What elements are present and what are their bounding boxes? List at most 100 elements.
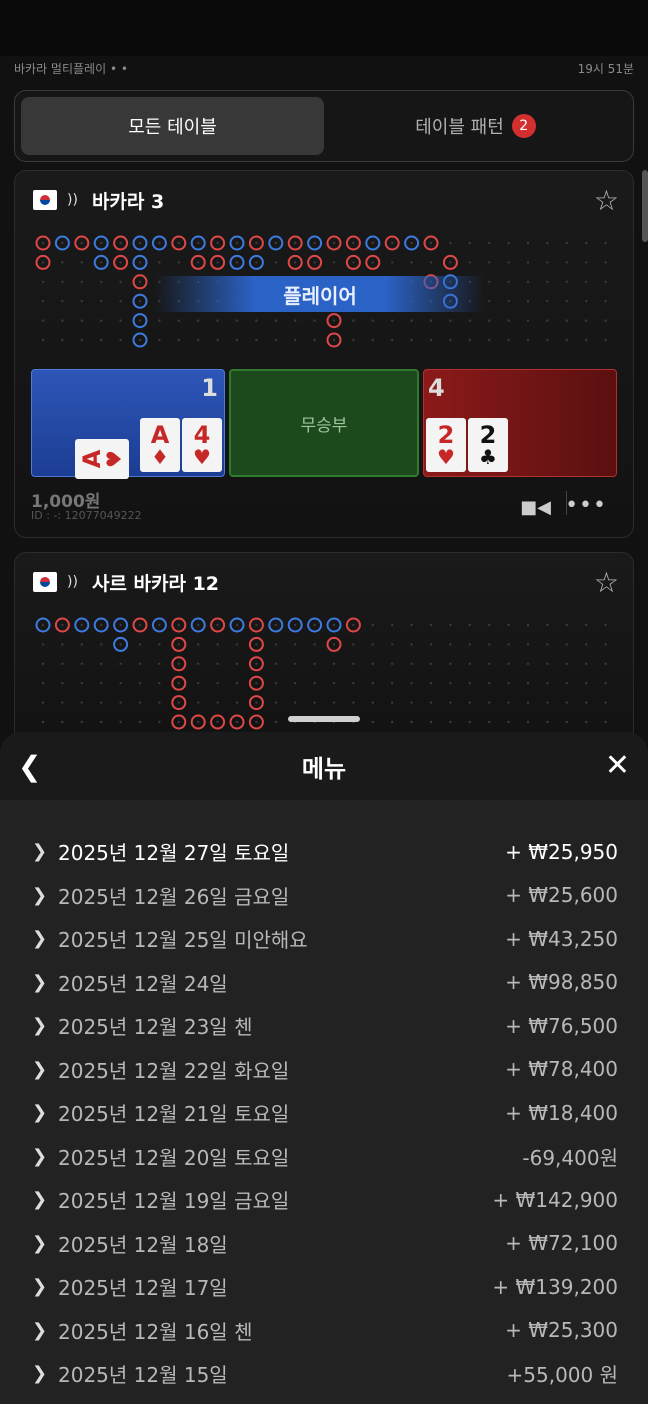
road-dot (410, 643, 413, 646)
favorite-star-icon[interactable]: ☆ (594, 566, 619, 599)
table-header: )) 바카라 3 ☆ (33, 184, 619, 217)
history-amount: + ₩25,950 (505, 839, 618, 864)
road-dot (371, 319, 374, 322)
count-badge: 2 (511, 114, 536, 138)
road-dot (352, 662, 355, 665)
history-row[interactable]: ❯ 2025년 12월 24일 + ₩98,850 (0, 961, 648, 1005)
road-dot (119, 701, 122, 704)
road-dot (565, 623, 568, 627)
road-dot (507, 623, 510, 627)
road-dot (429, 261, 433, 264)
scrollbar[interactable] (642, 170, 648, 242)
close-icon[interactable]: ✕ (605, 748, 630, 783)
history-row[interactable]: ❯ 2025년 12월 22일 화요일 + ₩78,400 (0, 1048, 648, 1092)
road-dot (488, 643, 491, 646)
banker-bet-spot[interactable]: 4 2 ♥ 2 ♣ (423, 369, 617, 477)
player-bet-spot[interactable]: 1 A ♥ A ♦ 4 ♥ (31, 369, 225, 479)
road-dot (449, 643, 452, 646)
road-dot (274, 241, 277, 245)
favorite-star-icon[interactable]: ☆ (594, 184, 619, 217)
road-dot (41, 261, 45, 264)
road-dot (604, 319, 607, 322)
road-dot (546, 319, 549, 322)
more-options-icon[interactable]: ••• (565, 493, 607, 518)
history-row[interactable]: ❯ 2025년 12월 19일 금요일 + ₩142,900 (0, 1178, 648, 1222)
road-dot (100, 319, 103, 322)
road-dot (158, 261, 161, 264)
road-dot (429, 662, 433, 665)
history-row[interactable]: ❯ 2025년 12월 18일 + ₩72,100 (0, 1222, 648, 1266)
history-date: 2025년 12월 25일 미안해요 (58, 928, 308, 953)
history-row[interactable]: ❯ 2025년 12월 16일 첸 + ₩25,300 (0, 1309, 648, 1353)
sound-icon[interactable]: )) (67, 192, 78, 208)
road-dot (585, 280, 588, 283)
history-row[interactable]: ❯ 2025년 12월 17일 + ₩139,200 (0, 1265, 648, 1309)
road-dot (80, 623, 83, 627)
road-dot (585, 319, 588, 322)
table-card[interactable]: )) 바카라 3 ☆ 플레이어 1 A♥ A♦ 4♥ 무승부 4 2♥ (14, 170, 634, 538)
road-dot (352, 338, 355, 342)
road-dot (488, 701, 491, 704)
road-dot (332, 623, 336, 627)
road-dot (138, 319, 142, 322)
road-dot (119, 280, 122, 283)
sound-icon[interactable]: )) (67, 574, 78, 590)
road-dot (546, 241, 549, 245)
road-dot (429, 720, 433, 724)
road-dot (332, 319, 336, 322)
chevron-right-icon: ❯ (32, 1189, 48, 1211)
road-dot (216, 261, 219, 264)
road-dot (429, 319, 433, 322)
history-row[interactable]: ❯ 2025년 12월 26일 금요일 + ₩25,600 (0, 874, 648, 918)
sheet-drag-handle[interactable] (288, 716, 360, 722)
road-dot (468, 643, 471, 646)
road-dot (41, 241, 45, 245)
road-dot (565, 643, 568, 646)
history-row[interactable]: ❯ 2025년 12월 15일 +55,000 원 (0, 1352, 648, 1396)
history-row[interactable]: ❯ 2025년 12월 25일 미안해요 + ₩43,250 (0, 917, 648, 961)
road-dot (41, 720, 45, 724)
road-dot (119, 261, 122, 264)
road-dot (585, 662, 588, 665)
tab-bar: 모든 테이블 테이블 패턴 2 (14, 90, 634, 162)
road-dot (61, 643, 64, 646)
road-dot (274, 662, 277, 665)
road-dot (80, 701, 83, 704)
road-dot (332, 662, 336, 665)
history-row[interactable]: ❯ 2025년 12월 23일 첸 + ₩76,500 (0, 1004, 648, 1048)
tie-bet-spot[interactable]: 무승부 (229, 369, 419, 477)
road-dot (158, 338, 161, 342)
road-dot (604, 643, 607, 646)
history-date: 2025년 12월 19일 금요일 (58, 1189, 290, 1214)
tab-table-patterns[interactable]: 테이블 패턴 2 (324, 97, 627, 155)
road-dot (80, 682, 83, 685)
road-dot (371, 338, 374, 342)
table-name: 사르 바카라 12 (91, 572, 220, 595)
road-dot (429, 643, 433, 646)
history-row[interactable]: ❯ 2025년 12월 21일 토요일 + ₩18,400 (0, 1091, 648, 1135)
table-card[interactable]: )) 사르 바카라 12 ☆ (14, 552, 634, 752)
history-date: 2025년 12월 21일 토요일 (58, 1102, 290, 1127)
road-dot (216, 701, 219, 704)
road-dot (585, 261, 588, 264)
road-dot (255, 338, 258, 342)
road-dot (313, 261, 316, 264)
road-dot (216, 338, 219, 342)
road-dot (565, 701, 568, 704)
road-dot (61, 338, 64, 342)
road-dot (546, 662, 549, 665)
road-dot (294, 261, 297, 264)
road-dot (235, 720, 239, 724)
road-dot (604, 682, 607, 685)
chevron-left-icon[interactable]: ❮ (18, 750, 41, 783)
road-dot (197, 241, 200, 245)
road-dot (255, 682, 258, 685)
road-dot (235, 241, 239, 245)
history-row[interactable]: ❯ 2025년 12월 27일 토요일 + ₩25,950 (0, 830, 648, 874)
tab-all-tables[interactable]: 모든 테이블 (21, 97, 324, 155)
history-row[interactable]: ❯ 2025년 12월 20일 토요일 -69,400원 (0, 1135, 648, 1179)
road-dot (216, 319, 219, 322)
road-dot (294, 319, 297, 322)
road-dot (138, 338, 142, 342)
video-camera-icon[interactable]: ■◀ (520, 497, 551, 518)
